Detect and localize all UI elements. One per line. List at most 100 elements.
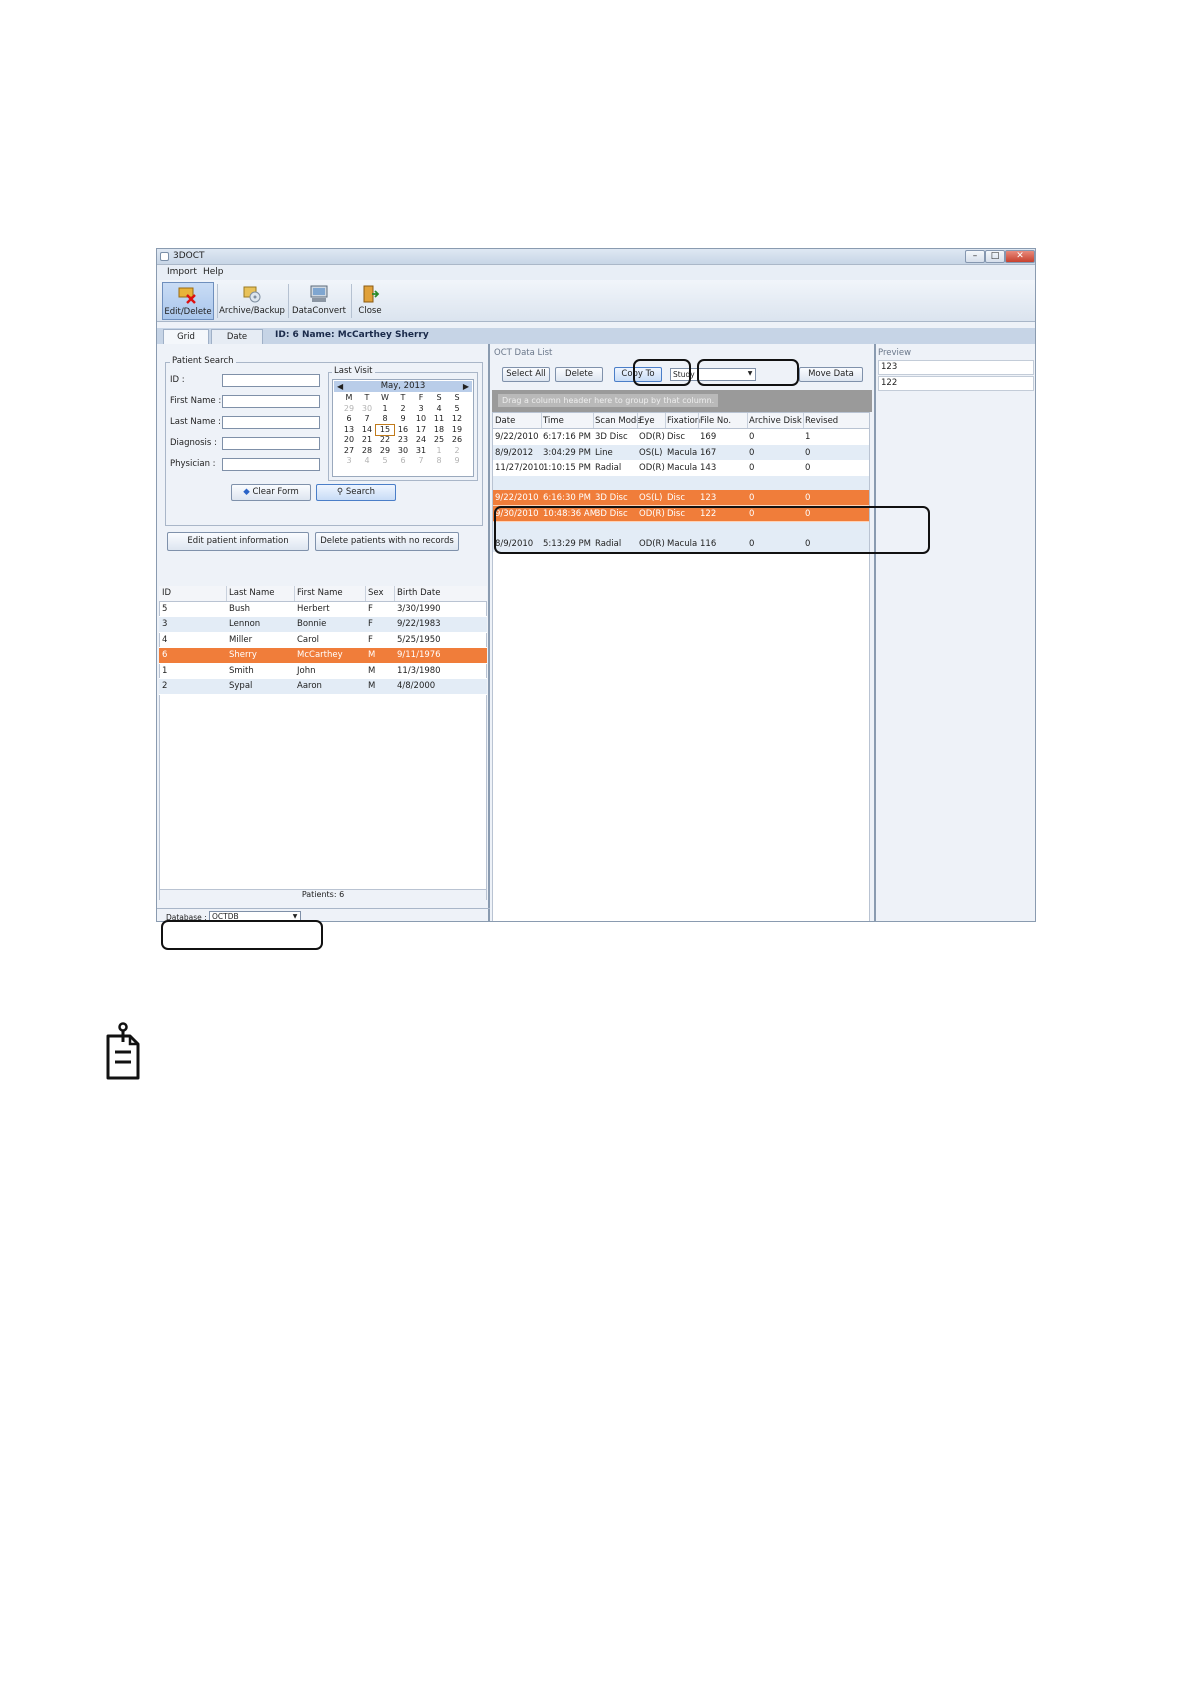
- close-button[interactable]: Close: [353, 282, 387, 320]
- calendar-day[interactable]: 19: [448, 425, 466, 436]
- patient-column-header[interactable]: Sex: [368, 588, 384, 598]
- calendar-day[interactable]: 30: [358, 404, 376, 415]
- minimize-button[interactable]: –: [965, 250, 985, 263]
- calendar-day[interactable]: 6: [340, 414, 358, 425]
- search-button[interactable]: ⚲ Search: [316, 484, 396, 501]
- note-icon: [106, 1022, 140, 1080]
- archive-backup-button[interactable]: Archive/Backup: [219, 282, 285, 320]
- calendar-day[interactable]: 6: [394, 456, 412, 467]
- maximize-button[interactable]: □: [985, 250, 1005, 263]
- table-row[interactable]: 2 Sypal Aaron M 4/8/2000: [159, 679, 487, 695]
- calendar-day[interactable]: 30: [394, 446, 412, 457]
- calendar-day[interactable]: 8: [376, 414, 394, 425]
- table-row[interactable]: 9/22/2010 6:17:16 PM 3D Disc OD(R) Disc 169 0 1: [493, 429, 869, 445]
- diagnosis-input[interactable]: [222, 437, 320, 450]
- calendar-day[interactable]: 24: [412, 435, 430, 446]
- calendar-day[interactable]: 5: [448, 404, 466, 415]
- calendar-day[interactable]: 14: [358, 425, 376, 436]
- menu-import[interactable]: Import: [167, 267, 197, 277]
- menu-help[interactable]: Help: [203, 267, 224, 277]
- preview-item[interactable]: 122: [878, 376, 1034, 391]
- table-row[interactable]: 1 Smith John M 11/3/1980: [159, 664, 487, 679]
- calendar-day[interactable]: 26: [448, 435, 466, 446]
- first-name-input[interactable]: [222, 395, 320, 408]
- table-cell: 0: [749, 493, 755, 504]
- calendar-day[interactable]: 4: [358, 456, 376, 467]
- calendar-day[interactable]: 11: [430, 414, 448, 425]
- table-cell: 0: [749, 463, 755, 474]
- id-input[interactable]: [222, 374, 320, 387]
- calendar-day[interactable]: 13: [340, 425, 358, 436]
- calendar-prev-icon[interactable]: ◀: [337, 381, 343, 392]
- calendar[interactable]: ◀ May, 2013 ▶ M T W T F S S 29 30 1 2 3 4 5 6 7 8 9 10 11 12…: [332, 379, 474, 477]
- calendar-day[interactable]: 23: [394, 435, 412, 446]
- calendar-day[interactable]: 20: [340, 435, 358, 446]
- patient-column-header[interactable]: ID: [162, 588, 171, 598]
- table-cell: Line: [595, 447, 613, 458]
- last-name-input[interactable]: [222, 416, 320, 429]
- clear-form-button[interactable]: ◆ Clear Form: [231, 484, 311, 501]
- calendar-day[interactable]: 15: [375, 423, 395, 436]
- oct-column-header[interactable]: File No.: [700, 416, 731, 426]
- move-data-button[interactable]: Move Data: [799, 367, 863, 382]
- table-row[interactable]: 9/22/2010 6:16:30 PM 3D Disc OS(L) Disc 123 0 0: [493, 490, 869, 506]
- oct-column-header[interactable]: Fixation: [667, 416, 700, 426]
- calendar-day[interactable]: 3: [412, 404, 430, 415]
- patient-column-header[interactable]: First Name: [297, 588, 343, 598]
- table-row[interactable]: 8/9/2012 3:04:29 PM Line OS(L) Macula 167 0 0: [493, 444, 869, 461]
- calendar-day[interactable]: 28: [358, 446, 376, 457]
- edit-delete-button[interactable]: Edit/Delete: [162, 282, 214, 320]
- patient-column-header[interactable]: Last Name: [229, 588, 274, 598]
- calendar-day[interactable]: 1: [376, 404, 394, 415]
- calendar-day[interactable]: 8: [430, 456, 448, 467]
- calendar-day[interactable]: 16: [394, 425, 412, 436]
- oct-column-header[interactable]: Date: [495, 416, 515, 426]
- table-row[interactable]: 5 Bush Herbert F 3/30/1990: [159, 602, 487, 617]
- calendar-day[interactable]: 9: [448, 456, 466, 467]
- oct-column-header[interactable]: Time: [543, 416, 564, 426]
- edit-delete-icon: [177, 285, 199, 305]
- calendar-day[interactable]: 5: [376, 456, 394, 467]
- oct-column-header[interactable]: Scan Mode: [595, 416, 642, 426]
- calendar-day[interactable]: 2: [448, 446, 466, 457]
- oct-column-header[interactable]: Revised: [805, 416, 838, 426]
- edit-patient-button[interactable]: Edit patient information: [167, 532, 309, 551]
- calendar-day[interactable]: 22: [376, 435, 394, 446]
- calendar-day[interactable]: 27: [340, 446, 358, 457]
- table-row[interactable]: 4 Miller Carol F 5/25/1950: [159, 633, 487, 648]
- select-all-button[interactable]: Select All: [502, 367, 550, 382]
- close-window-button[interactable]: ✕: [1005, 250, 1035, 263]
- physician-input[interactable]: [222, 458, 320, 471]
- calendar-day[interactable]: 4: [430, 404, 448, 415]
- oct-column-header[interactable]: Eye: [639, 416, 655, 426]
- calendar-day[interactable]: 10: [412, 414, 430, 425]
- table-row[interactable]: 11/27/2010 1:10:15 PM Radial OD(R) Macula 143…: [493, 460, 869, 476]
- calendar-day[interactable]: 3: [340, 456, 358, 467]
- delete-patients-button[interactable]: Delete patients with no records: [315, 532, 459, 551]
- calendar-day[interactable]: 2: [394, 404, 412, 415]
- table-row[interactable]: 3 Lennon Bonnie F 9/22/1983: [159, 617, 487, 633]
- calendar-day[interactable]: 9: [394, 414, 412, 425]
- calendar-next-icon[interactable]: ▶: [463, 381, 469, 392]
- calendar-day[interactable]: 17: [412, 425, 430, 436]
- calendar-day[interactable]: 29: [340, 404, 358, 415]
- table-row[interactable]: 6 Sherry McCarthey M 9/11/1976: [159, 648, 487, 664]
- group-by-bar[interactable]: Drag a column header here to group by th…: [492, 390, 872, 412]
- calendar-day[interactable]: 29: [376, 446, 394, 457]
- preview-item[interactable]: 123: [878, 360, 1034, 375]
- data-convert-button[interactable]: DataConvert: [290, 282, 348, 320]
- calendar-day[interactable]: 18: [430, 425, 448, 436]
- tab-date[interactable]: Date: [211, 329, 263, 344]
- patient-column-header[interactable]: Birth Date: [397, 588, 440, 598]
- calendar-day[interactable]: 12: [448, 414, 466, 425]
- calendar-day[interactable]: 1: [430, 446, 448, 457]
- calendar-day[interactable]: 21: [358, 435, 376, 446]
- oct-data-list-title: OCT Data List: [494, 348, 553, 358]
- oct-column-header[interactable]: Archive Disk: [749, 416, 802, 426]
- delete-button[interactable]: Delete: [555, 367, 603, 382]
- calendar-day[interactable]: 7: [412, 456, 430, 467]
- calendar-day[interactable]: 31: [412, 446, 430, 457]
- tab-grid[interactable]: Grid: [163, 329, 209, 344]
- calendar-day[interactable]: 25: [430, 435, 448, 446]
- calendar-day[interactable]: 7: [358, 414, 376, 425]
